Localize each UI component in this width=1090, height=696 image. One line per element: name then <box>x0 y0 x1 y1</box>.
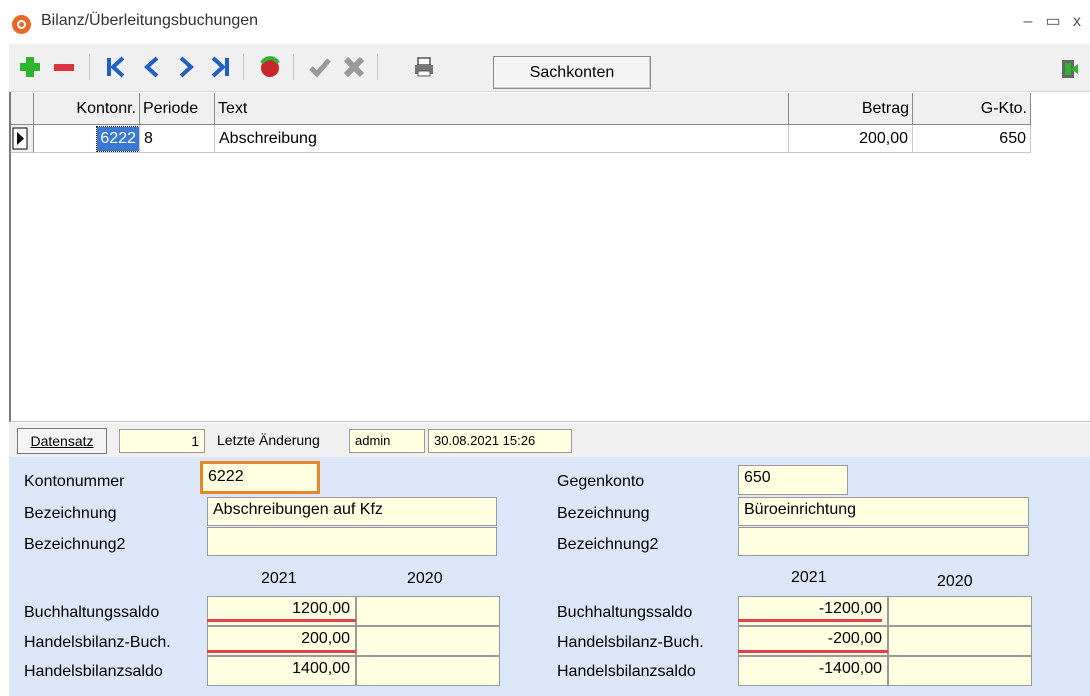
left-handelsbilanzsaldo-label: Handelsbilanzsaldo <box>24 663 163 680</box>
bezeichnung2-field[interactable] <box>207 527 497 556</box>
right-handelsbilanzsaldo-label: Handelsbilanzsaldo <box>557 663 696 680</box>
column-header-kontonr[interactable]: Kontonr. <box>34 93 140 125</box>
toolbar: Sachkonten <box>9 44 1090 92</box>
table-cell-periode[interactable]: 8 <box>140 125 215 153</box>
gegen-bezeichnung2-field[interactable] <box>738 527 1029 556</box>
maximize-button[interactable]: ▭ <box>1040 10 1066 34</box>
left-buchhaltungssaldo-underline <box>207 619 356 622</box>
gegen-bezeichnung-label: Bezeichnung <box>557 505 650 522</box>
last-user-field: admin <box>349 429 425 453</box>
right-handelsbilanz-buch-2020[interactable] <box>888 626 1032 656</box>
right-handelsbilanzsaldo-2020 <box>888 656 1032 686</box>
add-icon[interactable] <box>15 52 45 82</box>
print-icon[interactable] <box>409 52 439 82</box>
record-status-bar: Datensatz 1 Letzte Änderung admin 30.08.… <box>9 423 1090 457</box>
right-handelsbilanz-buch-underline <box>738 650 888 653</box>
right-buchhaltungssaldo-underline <box>738 619 882 622</box>
first-record-icon[interactable] <box>101 52 131 82</box>
refresh-icon[interactable] <box>255 52 285 82</box>
exit-icon[interactable] <box>1054 54 1084 84</box>
gegenkonto-field[interactable]: 650 <box>738 465 848 495</box>
left-handelsbilanz-buch-underline <box>207 650 356 653</box>
column-header-text[interactable]: Text <box>215 93 789 125</box>
last-record-icon[interactable] <box>205 52 235 82</box>
kontonummer-field[interactable]: 6222 <box>200 461 320 494</box>
row-indicator[interactable] <box>11 125 34 153</box>
left-buchhaltungssaldo-2020[interactable] <box>356 596 500 626</box>
table-cell-text[interactable]: Abschreibung <box>215 125 789 153</box>
app-icon <box>12 15 31 34</box>
next-icon[interactable] <box>171 52 201 82</box>
toolbar-separator <box>89 54 90 80</box>
row-indicator-header <box>11 93 34 125</box>
right-buchhaltungssaldo-label: Buchhaltungssaldo <box>557 604 693 621</box>
left-handelsbilanz-buch-label: Handelsbilanz-Buch. <box>24 634 171 651</box>
bezeichnung-field[interactable]: Abschreibungen auf Kfz <box>207 497 497 526</box>
right-year-2020-label: 2020 <box>937 573 973 590</box>
minimize-button[interactable]: – <box>1015 10 1041 34</box>
toolbar-separator <box>293 54 294 80</box>
left-handelsbilanzsaldo-2020 <box>356 656 500 686</box>
kontonummer-label: Kontonummer <box>24 473 125 490</box>
bezeichnung-label: Bezeichnung <box>24 505 117 522</box>
left-handelsbilanz-buch-2020[interactable] <box>356 626 500 656</box>
letzte-aenderung-label: Letzte Änderung <box>217 432 320 448</box>
sachkonten-button[interactable]: Sachkonten <box>493 56 651 89</box>
left-handelsbilanzsaldo-2021: 1400,00 <box>207 656 356 686</box>
toolbar-separator <box>243 54 244 80</box>
current-row-icon <box>12 127 28 150</box>
left-year-2021-label: 2021 <box>261 570 297 587</box>
records-grid: Kontonr. Periode Text Betrag G-Kto. 6222… <box>9 92 1090 422</box>
toolbar-separator <box>377 54 378 80</box>
selected-cell-value: 6222 <box>96 126 139 152</box>
right-buchhaltungssaldo-2020[interactable] <box>888 596 1032 626</box>
right-handelsbilanz-buch-label: Handelsbilanz-Buch. <box>557 634 704 651</box>
title-bar: Bilanz/Überleitungsbuchungen – ▭ x <box>0 0 1090 44</box>
column-header-betrag[interactable]: Betrag <box>789 93 913 125</box>
confirm-icon[interactable] <box>305 52 335 82</box>
table-cell-gkto[interactable]: 650 <box>913 125 1031 153</box>
table-cell-kontonr[interactable]: 6222 <box>34 125 140 153</box>
bezeichnung2-label: Bezeichnung2 <box>24 536 126 553</box>
sachkonten-label: Sachkonten <box>529 63 615 81</box>
detail-form: Kontonummer 6222 Bezeichnung Abschreibun… <box>9 457 1090 696</box>
last-change-timestamp: 30.08.2021 15:26 <box>428 429 572 453</box>
column-header-periode[interactable]: Periode <box>140 93 215 125</box>
right-year-2021-label: 2021 <box>791 569 827 586</box>
gegen-bezeichnung2-label: Bezeichnung2 <box>557 536 659 553</box>
left-buchhaltungssaldo-label: Buchhaltungssaldo <box>24 604 160 621</box>
table-cell-betrag[interactable]: 200,00 <box>789 125 913 153</box>
window-title: Bilanz/Überleitungsbuchungen <box>41 12 259 29</box>
delete-icon[interactable] <box>49 52 79 82</box>
previous-icon[interactable] <box>137 52 167 82</box>
column-header-gkto[interactable]: G-Kto. <box>913 93 1031 125</box>
datensatz-button[interactable]: Datensatz <box>17 428 107 454</box>
right-handelsbilanzsaldo-2021: -1400,00 <box>738 656 888 686</box>
gegenkonto-label: Gegenkonto <box>557 473 645 490</box>
left-year-2020-label: 2020 <box>407 570 443 587</box>
close-button[interactable]: x <box>1064 10 1090 34</box>
gegen-bezeichnung-field[interactable]: Büroeinrichtung <box>738 497 1029 526</box>
record-number-field[interactable]: 1 <box>119 429 205 453</box>
cancel-icon[interactable] <box>339 52 369 82</box>
